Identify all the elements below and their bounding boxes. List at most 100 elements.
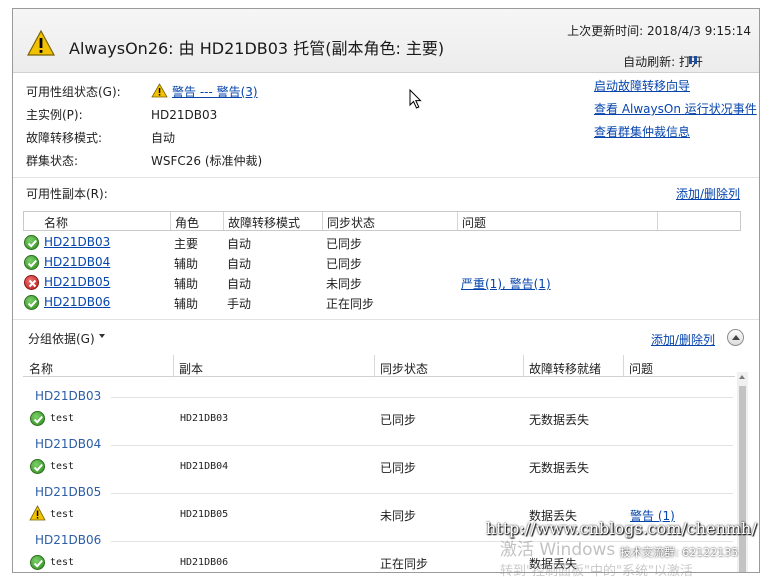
pause-icon-bar-left (689, 56, 692, 64)
view-cluster-quorum-link[interactable]: 查看群集仲裁信息 (594, 123, 690, 140)
availability-state-label: 可用性组状态(G): (26, 85, 121, 99)
group-divider (111, 445, 733, 446)
collapse-section-button[interactable] (727, 329, 744, 346)
primary-instance-row: 主实例(P): HD21DB03 (26, 106, 217, 123)
replicas-table-header: 名称 角色 故障转移模式 同步状态 问题 (23, 211, 741, 231)
warning-icon (26, 29, 56, 56)
databases-add-remove-columns-link[interactable]: 添加/删除列 (651, 331, 715, 348)
replica-issues-link[interactable]: 严重(1), 警告(1) (461, 275, 551, 292)
column-header-sync-state[interactable]: 同步状态 (327, 214, 375, 231)
replicas-add-remove-columns-link[interactable]: 添加/删除列 (676, 185, 740, 202)
replica-sync-state: 正在同步 (326, 297, 375, 311)
healthy-icon (30, 411, 45, 426)
replica-row[interactable]: HD21DB04 辅助 自动 已同步 (23, 252, 741, 272)
healthy-icon (24, 295, 39, 310)
availability-state-row: 可用性组状态(G): 警告 --- 警告(3) (26, 83, 258, 100)
column-header-role[interactable]: 角色 (175, 214, 199, 231)
cluster-state-value: WSFC26 (标准仲裁) (151, 154, 263, 168)
qq-group-watermark: 技术交流群: 62122135 (620, 546, 739, 559)
group-header[interactable]: HD21DB05 (35, 485, 101, 499)
divider (13, 319, 759, 320)
column-header-name[interactable]: 名称 (44, 214, 68, 231)
cluster-state-label: 群集状态: (26, 154, 79, 168)
column-divider[interactable] (223, 212, 224, 230)
database-failover-readiness: 无数据丢失 (529, 461, 590, 475)
last-updated-text: 上次更新时间: 2018/4/3 9:15:14 (567, 24, 751, 38)
scrollbar-thumb[interactable] (739, 386, 746, 572)
page-title: AlwaysOn26: 由 HD21DB03 托管(副本角色: 主要) (69, 39, 445, 58)
replica-sync-state: 已同步 (326, 257, 363, 271)
replica-sync-state: 已同步 (326, 237, 363, 251)
replica-failover-mode: 手动 (227, 297, 252, 311)
chevron-down-icon[interactable] (99, 334, 105, 338)
column-header-replica[interactable]: 副本 (179, 360, 203, 377)
replica-role: 辅助 (174, 277, 199, 291)
databases-table: 名称 副本 同步状态 故障转移就绪 问题 HD21DB03 test HD21D… (23, 355, 749, 572)
replica-name-link[interactable]: HD21DB06 (44, 295, 110, 309)
column-divider[interactable] (457, 212, 458, 230)
column-divider[interactable] (170, 212, 171, 230)
error-icon (24, 275, 39, 290)
group-header[interactable]: HD21DB06 (35, 533, 101, 547)
replica-name-link[interactable]: HD21DB04 (44, 255, 110, 269)
column-header-sync-state[interactable]: 同步状态 (380, 360, 428, 377)
replica-name-link[interactable]: HD21DB03 (44, 235, 110, 249)
blog-url-watermark: http://www.cnblogs.com/chenmh/ (486, 519, 757, 538)
column-header-issues[interactable]: 问题 (462, 214, 486, 231)
vertical-scrollbar[interactable] (737, 372, 748, 572)
database-name: test (50, 557, 75, 568)
failover-mode-row: 故障转移模式: 自动 (26, 129, 175, 146)
scroll-up-arrow-icon[interactable] (739, 375, 745, 379)
replica-sync-state: 未同步 (326, 277, 363, 291)
replica-row[interactable]: HD21DB03 主要 自动 已同步 (23, 232, 741, 252)
divider (13, 177, 759, 178)
database-name: test (50, 413, 75, 424)
replicas-section-label: 可用性副本(R): (26, 187, 108, 201)
start-failover-wizard-link[interactable]: 启动故障转移向导 (594, 77, 690, 94)
view-alwayson-events-link[interactable]: 查看 AlwaysOn 运行状况事件 (594, 100, 757, 117)
column-header-issues[interactable]: 问题 (629, 360, 653, 377)
availability-state-link[interactable]: 警告 --- 警告(3) (172, 83, 258, 100)
database-failover-readiness: 无数据丢失 (529, 413, 590, 427)
warning-icon (151, 83, 168, 98)
replica-row[interactable]: HD21DB05 辅助 自动 未同步 严重(1), 警告(1) (23, 272, 741, 292)
database-replica: HD21DB03 (180, 413, 229, 424)
column-divider[interactable] (657, 212, 658, 230)
group-header[interactable]: HD21DB04 (35, 437, 101, 451)
dashboard-window: AlwaysOn26: 由 HD21DB03 托管(副本角色: 主要) 上次更新… (12, 8, 760, 573)
database-sync-state: 已同步 (380, 413, 417, 427)
failover-mode-label: 故障转移模式: (26, 131, 103, 145)
column-divider[interactable] (173, 355, 174, 377)
activate-windows-watermark: 激活 Windows (500, 540, 616, 560)
pause-refresh-button[interactable] (688, 55, 699, 66)
database-sync-state: 未同步 (380, 509, 417, 523)
databases-table-header: 名称 副本 同步状态 故障转移就绪 问题 (23, 355, 735, 377)
column-header-failover-readiness[interactable]: 故障转移就绪 (529, 360, 601, 377)
healthy-icon (24, 235, 39, 250)
database-name: test (50, 461, 75, 472)
replica-row[interactable]: HD21DB06 辅助 手动 正在同步 (23, 292, 741, 312)
replica-role: 辅助 (174, 297, 199, 311)
primary-instance-label: 主实例(P): (26, 108, 83, 122)
group-header[interactable]: HD21DB03 (35, 389, 101, 403)
warning-icon (29, 505, 46, 521)
database-replica: HD21DB06 (180, 557, 229, 568)
cluster-state-row: 群集状态: WSFC26 (标准仲裁) (26, 152, 262, 169)
activate-windows-hint-watermark: 转到"控制面板"中的"系统"以激活 (500, 564, 693, 577)
column-divider[interactable] (374, 355, 375, 377)
replica-name-link[interactable]: HD21DB05 (44, 275, 110, 289)
group-by-dropdown[interactable]: 分组依据(G) (28, 330, 95, 347)
database-sync-state: 已同步 (380, 461, 417, 475)
column-divider[interactable] (523, 355, 524, 377)
column-header-failover-mode[interactable]: 故障转移模式 (228, 214, 300, 231)
group-divider (111, 493, 733, 494)
replica-role: 辅助 (174, 257, 199, 271)
healthy-icon (24, 255, 39, 270)
group-divider (111, 541, 733, 542)
replica-failover-mode: 自动 (227, 237, 252, 251)
database-sync-state: 正在同步 (380, 557, 429, 571)
column-divider[interactable] (322, 212, 323, 230)
dashboard-header: AlwaysOn26: 由 HD21DB03 托管(副本角色: 主要) 上次更新… (13, 9, 759, 73)
column-header-name[interactable]: 名称 (29, 360, 53, 377)
column-divider[interactable] (623, 355, 624, 377)
